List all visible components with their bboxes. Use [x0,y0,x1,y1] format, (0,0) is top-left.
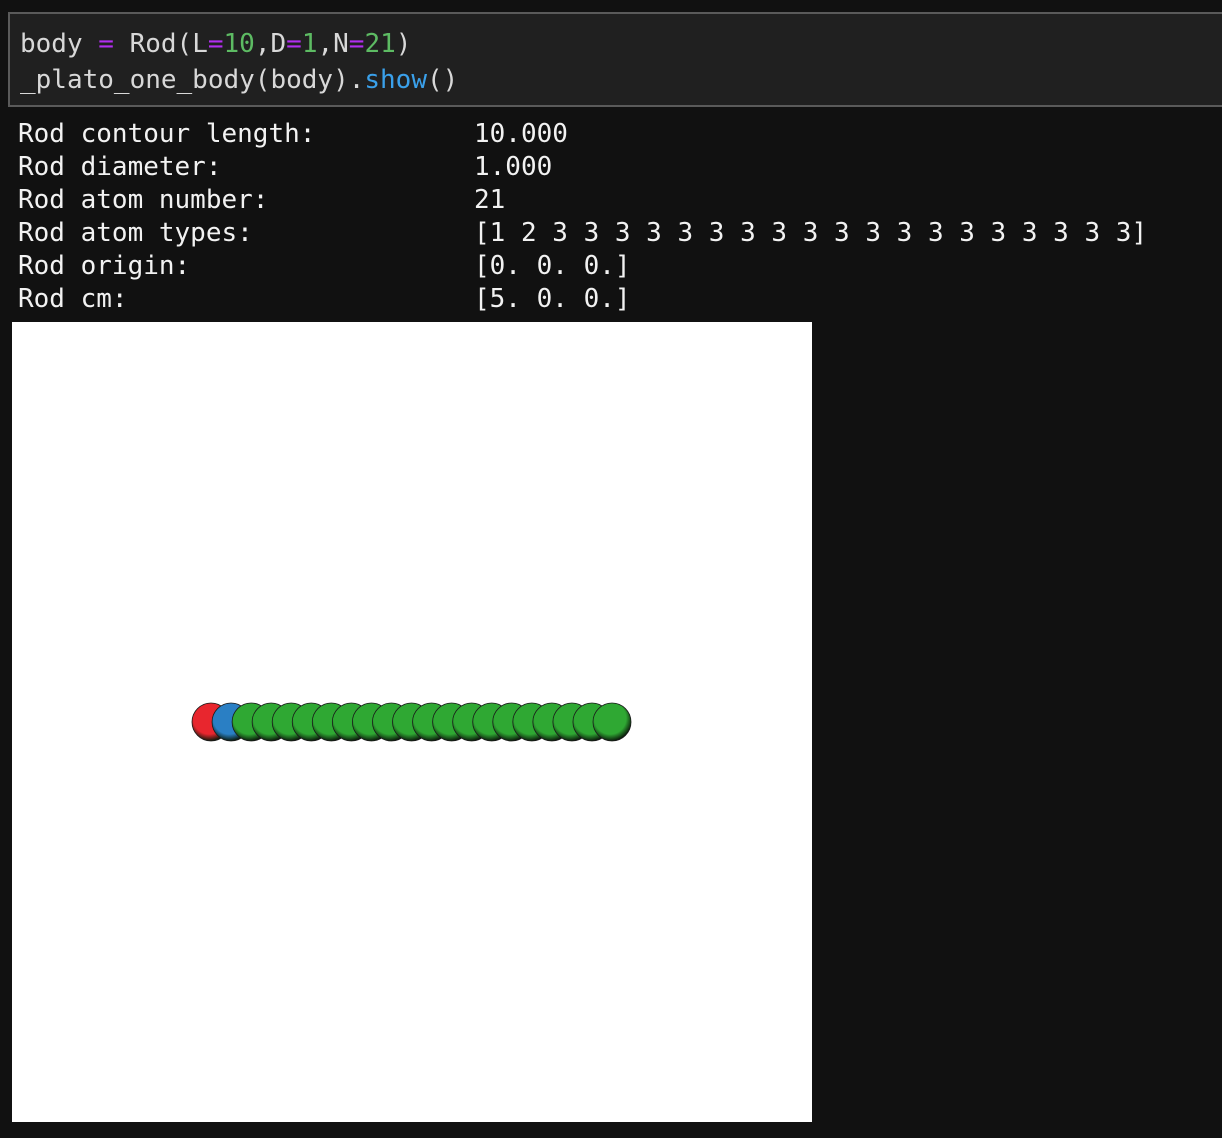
code-token: N [333,29,349,59]
output-row: Rod atom types: [1 2 3 3 3 3 3 3 3 3 3 3 … [18,217,1147,250]
code-token: L [192,29,208,59]
code-token: () [427,65,459,95]
output-row: Rod cm: [5. 0. 0.] [18,283,1147,316]
code-token: ) [395,29,412,59]
output-value: 1.000 [474,152,553,182]
output-row: Rod contour length: 10.000 [18,118,1147,151]
rod-atom-type-3 [592,702,632,742]
code-token: 21 [364,29,396,59]
code-line-2: _plato_one_body(body).show() [20,62,458,98]
cell-output: Rod contour length: 10.000 Rod diameter: 1… [18,118,1147,316]
rod-render [191,702,632,742]
code-token: , [317,29,334,59]
output-label: Rod atom number: [18,185,269,215]
code-cell[interactable]: body = Rod(L=10,D=1,N=21) _plato_one_body… [8,12,1222,107]
code-token: = [207,29,224,59]
output-label: Rod atom types: [18,218,253,248]
code-token: _plato_one_body(body). [20,65,365,95]
output-value: [5. 0. 0.] [474,284,631,314]
code-token: = [98,29,114,59]
output-label: Rod diameter: [18,152,222,182]
code-token: , [254,29,271,59]
code-token: show [364,65,427,95]
code-token: 1 [301,29,318,59]
output-row: Rod origin: [0. 0. 0.] [18,250,1147,283]
output-value: 10.000 [474,119,568,149]
code-token: Rod( [129,29,193,59]
code-line-1: body = Rod(L=10,D=1,N=21) [20,26,458,62]
plato-scene-canvas[interactable] [12,322,812,1122]
output-value: 21 [474,185,506,215]
output-row: Rod diameter: 1.000 [18,151,1147,184]
output-value: [1 2 3 3 3 3 3 3 3 3 3 3 3 3 3 3 3 3 3 3… [474,218,1148,248]
output-value: [0. 0. 0.] [474,251,631,281]
output-label: Rod cm: [18,284,128,314]
code-token: 10 [223,29,255,59]
output-label: Rod contour length: [18,119,316,149]
code-token: D [270,29,287,59]
output-label: Rod origin: [18,251,191,281]
code-token: body [20,29,83,59]
code-token: = [286,29,302,59]
code-token: = [348,29,365,59]
code-editor[interactable]: body = Rod(L=10,D=1,N=21) _plato_one_body… [20,26,458,98]
output-row: Rod atom number: 21 [18,184,1147,217]
